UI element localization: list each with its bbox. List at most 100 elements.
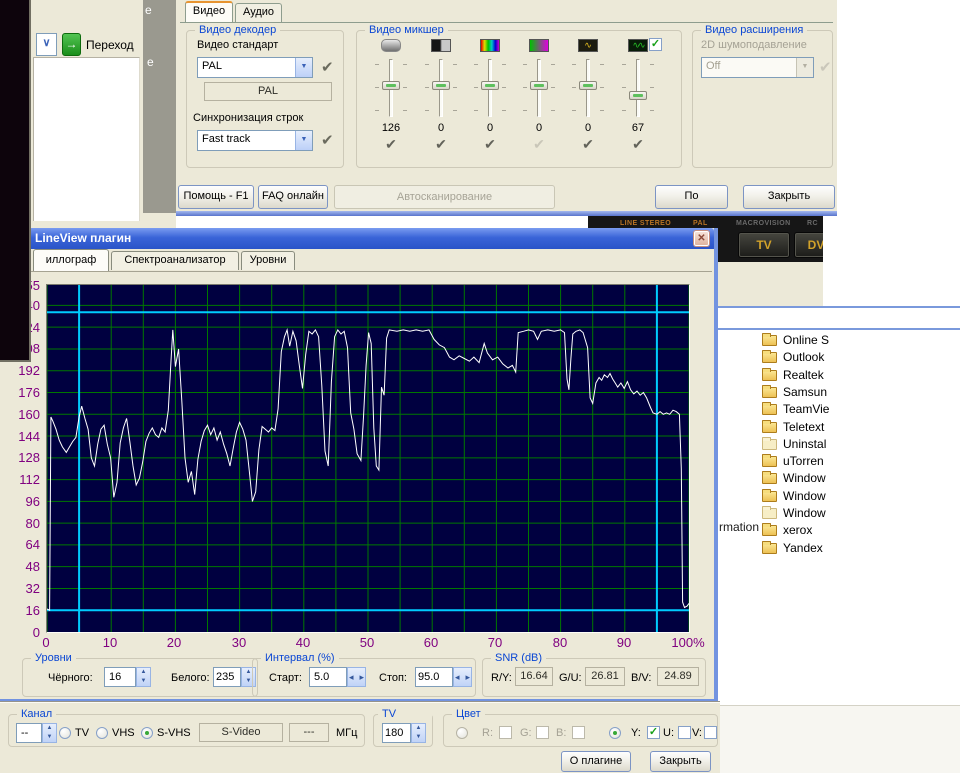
background-panel bbox=[720, 705, 960, 773]
slider-thumb[interactable] bbox=[481, 81, 499, 90]
tv-line-input[interactable]: 180 bbox=[382, 723, 411, 743]
folder-row[interactable]: Window bbox=[762, 505, 958, 522]
tab-video[interactable]: Видео bbox=[185, 1, 233, 22]
x-axis-tick: 70 bbox=[475, 636, 515, 649]
folder-row[interactable]: xerox bbox=[762, 522, 958, 539]
help-button[interactable]: Помощь - F1 bbox=[178, 185, 254, 209]
radio-s-vhs[interactable] bbox=[141, 727, 153, 739]
y-axis-tick: 176 bbox=[6, 386, 40, 399]
tab-divider bbox=[2, 271, 712, 272]
go-button[interactable] bbox=[62, 33, 81, 56]
apply-check-icon[interactable] bbox=[321, 58, 334, 76]
apply-check-icon[interactable] bbox=[369, 136, 413, 153]
checkbox-y[interactable]: ✓ bbox=[647, 726, 660, 739]
slider-thumb[interactable] bbox=[629, 91, 647, 100]
x-axis-tick: 80 bbox=[540, 636, 580, 649]
interval-start-input[interactable]: 5.0 bbox=[309, 667, 347, 687]
black-level-spinner[interactable] bbox=[136, 667, 151, 687]
folder-row[interactable]: Online S bbox=[762, 332, 958, 349]
video-settings-dialog: Видео Аудио Видео декодер Видео стандарт… bbox=[176, 0, 837, 211]
apply-check-icon[interactable] bbox=[419, 136, 463, 153]
apply-check-icon[interactable] bbox=[616, 136, 660, 153]
tv-mode-button[interactable]: TV bbox=[738, 232, 790, 258]
saturation-icon bbox=[529, 39, 549, 52]
tab-oscillograph[interactable]: иллограф bbox=[33, 249, 109, 272]
folder-row[interactable]: Window bbox=[762, 470, 958, 487]
rc-indicator: RC bbox=[807, 220, 818, 227]
channel-number-input[interactable]: -- bbox=[16, 723, 42, 743]
folder-row[interactable]: Window bbox=[762, 488, 958, 505]
snr-gu-value: 26.81 bbox=[585, 667, 625, 686]
video-standard-combobox[interactable]: PAL bbox=[197, 57, 313, 78]
folder-icon bbox=[762, 387, 777, 398]
tab-levels[interactable]: Уровни bbox=[241, 251, 295, 270]
folder-row[interactable]: Realtek bbox=[762, 367, 958, 384]
combobox-arrow-icon[interactable] bbox=[295, 131, 312, 150]
channel-panel: Канал -- S-Video --- МГц TVVHSS-VHS TV с… bbox=[0, 703, 720, 773]
close-plugin-button[interactable]: Закрыть bbox=[650, 751, 711, 772]
radio-yuv-mode[interactable] bbox=[609, 727, 621, 739]
folder-icon bbox=[762, 543, 777, 554]
slider-thumb[interactable] bbox=[579, 81, 597, 90]
close-settings-button[interactable]: Закрыть bbox=[743, 185, 835, 209]
mixer-slider[interactable] bbox=[432, 59, 450, 117]
folder-row[interactable]: Samsun bbox=[762, 384, 958, 401]
black-level-input[interactable]: 16 bbox=[104, 667, 136, 687]
slider-thumb[interactable] bbox=[432, 81, 450, 90]
defaults-button[interactable]: По умолчанию bbox=[655, 185, 728, 209]
mixer-slider[interactable] bbox=[382, 59, 400, 117]
clipped-window-strip: e e bbox=[143, 0, 176, 213]
tab-audio[interactable]: Аудио bbox=[235, 3, 282, 22]
folder-name: Realtek bbox=[783, 368, 824, 383]
slider-thumb[interactable] bbox=[530, 81, 548, 90]
radio-vhs[interactable] bbox=[96, 727, 108, 739]
slider-thumb[interactable] bbox=[382, 81, 400, 90]
address-dropdown-button[interactable] bbox=[36, 33, 57, 56]
checkbox-v[interactable] bbox=[704, 726, 717, 739]
folder-row[interactable]: Teletext bbox=[762, 419, 958, 436]
mixer-slider[interactable] bbox=[481, 59, 499, 117]
channel-number-spinner[interactable] bbox=[42, 723, 57, 743]
mixer-enable-checkbox[interactable] bbox=[649, 38, 662, 51]
folder-name: Online S bbox=[783, 333, 829, 348]
mixer-slider[interactable] bbox=[579, 59, 597, 117]
checkbox-u[interactable] bbox=[678, 726, 691, 739]
tv-line-spinner[interactable] bbox=[411, 723, 426, 743]
tab-spectrum-analyzer[interactable]: Спектроанализатор bbox=[111, 251, 239, 270]
folder-row[interactable]: TeamVie bbox=[762, 401, 958, 418]
about-plugin-button[interactable]: О плагине bbox=[561, 751, 631, 772]
rgb-label: G: bbox=[520, 727, 532, 740]
radio-tv[interactable] bbox=[59, 727, 71, 739]
faq-button[interactable]: FAQ онлайн bbox=[258, 185, 328, 209]
folder-row[interactable]: Yandex bbox=[762, 540, 958, 557]
mixer-slider[interactable] bbox=[629, 59, 647, 117]
mixer-slider[interactable] bbox=[530, 59, 548, 117]
window-titlebar[interactable]: LineView плагин bbox=[0, 228, 714, 249]
video-overlay-window bbox=[0, 0, 31, 362]
apply-check-icon[interactable] bbox=[321, 131, 334, 149]
interval-start-spinner[interactable] bbox=[347, 667, 366, 687]
white-level-input[interactable]: 235 bbox=[213, 667, 241, 687]
autoscan-button-disabled: Автосканирование bbox=[334, 185, 555, 209]
slider-track bbox=[636, 59, 640, 117]
brightness-icon bbox=[381, 39, 401, 52]
interval-stop-spinner[interactable] bbox=[453, 667, 472, 687]
combobox-arrow-icon[interactable] bbox=[295, 58, 312, 77]
line-sync-combobox[interactable]: Fast track bbox=[197, 130, 313, 151]
apply-check-icon[interactable] bbox=[566, 136, 610, 153]
folder-row[interactable]: uTorren bbox=[762, 453, 958, 470]
folder-row[interactable]: Uninstal bbox=[762, 436, 958, 453]
interval-stop-input[interactable]: 95.0 bbox=[415, 667, 453, 687]
folder-row[interactable]: Outlook bbox=[762, 349, 958, 366]
mixer-value: 0 bbox=[566, 122, 610, 134]
group-title: Видео микшер bbox=[365, 24, 448, 37]
checkbox-r bbox=[499, 726, 512, 739]
rgb-label: R: bbox=[482, 727, 493, 740]
group-title: Видео расширения bbox=[701, 24, 807, 37]
levels-group: Уровни Чёрного: 16 Белого: 235 bbox=[22, 658, 258, 697]
apply-check-icon[interactable] bbox=[468, 136, 512, 153]
folder-icon bbox=[762, 508, 777, 519]
folder-name: Window bbox=[783, 471, 826, 486]
close-icon[interactable] bbox=[694, 231, 709, 246]
dv-mode-button[interactable]: DV bbox=[794, 232, 823, 258]
